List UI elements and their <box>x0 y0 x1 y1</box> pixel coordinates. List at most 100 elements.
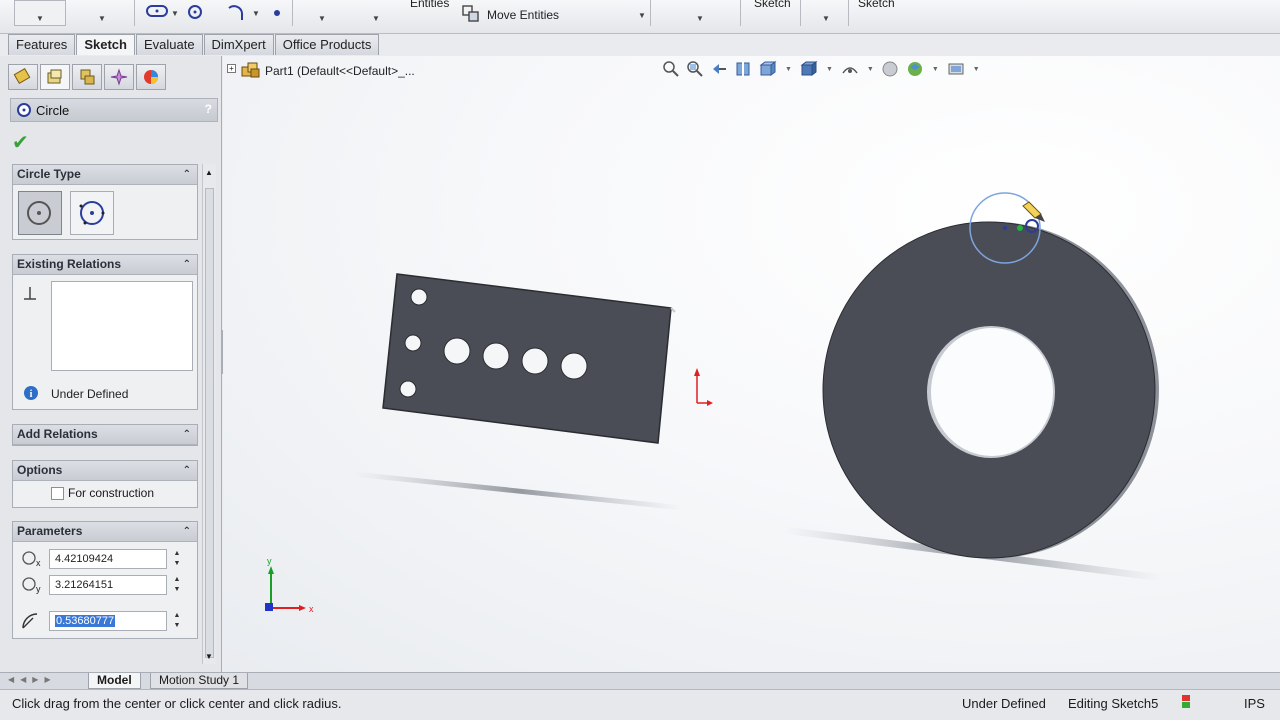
units-indicator[interactable]: IPS <box>1244 696 1265 711</box>
circle-icon[interactable] <box>186 4 204 23</box>
display-manager-tab[interactable] <box>136 64 166 90</box>
center-x-input[interactable]: 4.42109424 <box>49 549 167 569</box>
plate-part[interactable] <box>382 273 676 444</box>
property-manager-tab[interactable] <box>40 64 70 90</box>
bottom-tab-strip: ◀◀▶▶ Model Motion Study 1 <box>0 672 1280 689</box>
dropdown-arrow-icon[interactable]: ▼ <box>98 14 106 23</box>
center-y-input[interactable]: 3.21264151 <box>49 575 167 595</box>
perimeter-circle-icon <box>79 201 105 225</box>
collapse-icon[interactable]: ⌃ <box>183 461 191 480</box>
command-manager-tabs: Features Sketch Evaluate DimXpert Office… <box>8 34 380 56</box>
info-icon: i <box>23 385 39 404</box>
feature-tree-icon <box>13 68 31 85</box>
convert-entities-label[interactable]: Entities <box>410 0 449 10</box>
dimxpert-icon <box>110 68 128 86</box>
dropdown-arrow-icon[interactable]: ▼ <box>372 14 380 23</box>
command-ribbon: ▼ ▼ ▼ ▼ ▼ ▼ Entities Move Entities ▼ ▼ S… <box>0 0 1280 34</box>
configuration-icon <box>80 69 95 85</box>
dropdown-arrow-icon[interactable]: ▼ <box>252 9 260 18</box>
display-manager-icon <box>144 70 158 84</box>
tab-features[interactable]: Features <box>8 34 76 55</box>
center-x-icon: x <box>21 550 41 571</box>
svg-text:i: i <box>30 389 33 400</box>
group-title: Add Relations <box>17 427 98 441</box>
group-header[interactable]: Existing Relations ⌃ <box>13 255 197 275</box>
dropdown-arrow-icon[interactable]: ▼ <box>638 11 646 20</box>
center-x-spinner[interactable]: ▲ ▼ <box>171 549 183 569</box>
dropdown-arrow-icon[interactable]: ▼ <box>36 14 44 23</box>
ribbon-separator <box>848 0 849 26</box>
group-header[interactable]: Options ⌃ <box>13 461 197 481</box>
scroll-down-arrow-icon[interactable]: ▼ <box>205 652 213 661</box>
center-circle-icon <box>27 201 51 225</box>
help-icon[interactable]: ? <box>205 102 212 116</box>
ribbon-separator <box>740 0 741 26</box>
ribbon-separator <box>650 0 651 26</box>
circle-icon <box>17 103 31 117</box>
collapse-icon[interactable]: ⌃ <box>183 425 191 444</box>
relations-list[interactable] <box>51 281 193 371</box>
scroll-up-arrow-icon[interactable]: ▲ <box>205 168 213 177</box>
collapse-icon[interactable]: ⌃ <box>183 255 191 274</box>
graphics-area[interactable]: ▼ ▼ ▼ ▼ ▼ + Part1 (Default<<Default>_... <box>223 56 1280 672</box>
tab-evaluate[interactable]: Evaluate <box>135 34 203 55</box>
tab-motion-study-1[interactable]: Motion Study 1 <box>150 673 249 689</box>
scrollbar-thumb[interactable] <box>205 188 214 658</box>
manager-tabs <box>8 64 166 90</box>
slot-icon[interactable] <box>146 4 168 21</box>
pencil-cursor-icon <box>1022 201 1045 222</box>
rapid-sketch-label[interactable]: Sketch <box>858 0 895 10</box>
center-y-spinner[interactable]: ▲ ▼ <box>171 575 183 595</box>
repair-sketch-label[interactable]: Sketch <box>754 0 791 10</box>
washer-part[interactable] <box>822 221 1159 559</box>
svg-text:x: x <box>36 558 41 568</box>
collapse-icon[interactable]: ⌃ <box>183 165 191 184</box>
ribbon-separator <box>800 0 801 26</box>
property-manager-title-bar: Circle ? <box>10 98 218 122</box>
move-entities-icon[interactable] <box>462 5 480 26</box>
tab-office-products[interactable]: Office Products <box>274 34 380 55</box>
group-header[interactable]: Add Relations ⌃ <box>13 425 197 445</box>
property-manager-title: Circle <box>36 102 70 118</box>
parameters-group: Parameters ⌃ x 4.42109424 ▲ ▼ y 3.21264151… <box>12 521 198 639</box>
feature-manager-tab[interactable] <box>8 64 38 90</box>
property-manager-panel: Circle ? ✔ Circle Type ⌃ Existing Relatio… <box>0 56 222 672</box>
svg-text:x: x <box>309 604 314 614</box>
dropdown-arrow-icon[interactable]: ▼ <box>171 9 179 18</box>
add-relations-group: Add Relations ⌃ <box>12 424 198 446</box>
configuration-manager-tab[interactable] <box>72 64 102 90</box>
tab-sketch[interactable]: Sketch <box>76 34 135 55</box>
tab-model[interactable]: Model <box>88 673 141 689</box>
arc-icon[interactable] <box>226 3 246 24</box>
center-circle-button[interactable] <box>18 191 62 235</box>
perimeter-circle-button[interactable] <box>70 191 114 235</box>
tab-scroll-arrows[interactable]: ◀◀▶▶ <box>8 675 57 684</box>
existing-relations-group: Existing Relations ⌃ i Under Defined <box>12 254 198 410</box>
ok-checkmark-button[interactable]: ✔ <box>12 130 29 155</box>
group-title: Circle Type <box>17 167 81 181</box>
collapse-icon[interactable]: ⌃ <box>183 522 191 541</box>
rebuild-indicator-icon[interactable] <box>1180 694 1192 710</box>
dropdown-arrow-icon[interactable]: ▼ <box>822 14 830 23</box>
point-icon[interactable] <box>272 7 282 21</box>
panel-scrollbar[interactable]: ▲ ▼ <box>202 164 216 664</box>
move-entities-button[interactable]: Move Entities <box>487 8 559 22</box>
options-group: Options ⌃ For construction <box>12 460 198 508</box>
status-hint-text: Click drag from the center or click cent… <box>12 696 342 711</box>
ribbon-separator <box>292 0 293 26</box>
group-title: Parameters <box>17 524 83 538</box>
for-construction-checkbox[interactable] <box>51 487 64 500</box>
circle-type-group: Circle Type ⌃ <box>12 164 198 240</box>
dropdown-arrow-icon[interactable]: ▼ <box>696 14 704 23</box>
radius-value-selected: 0.53680777 <box>55 615 116 627</box>
for-construction-label: For construction <box>68 486 155 500</box>
status-bar: Click drag from the center or click cent… <box>0 689 1280 720</box>
dimxpert-manager-tab[interactable] <box>104 64 134 90</box>
group-header[interactable]: Circle Type ⌃ <box>13 165 197 185</box>
radius-spinner[interactable]: ▲ ▼ <box>171 611 183 631</box>
dropdown-arrow-icon[interactable]: ▼ <box>318 14 326 23</box>
svg-text:y: y <box>36 584 41 594</box>
radius-input[interactable]: 0.53680777 <box>49 611 167 631</box>
group-header[interactable]: Parameters ⌃ <box>13 522 197 542</box>
tab-dimxpert[interactable]: DimXpert <box>203 34 274 55</box>
